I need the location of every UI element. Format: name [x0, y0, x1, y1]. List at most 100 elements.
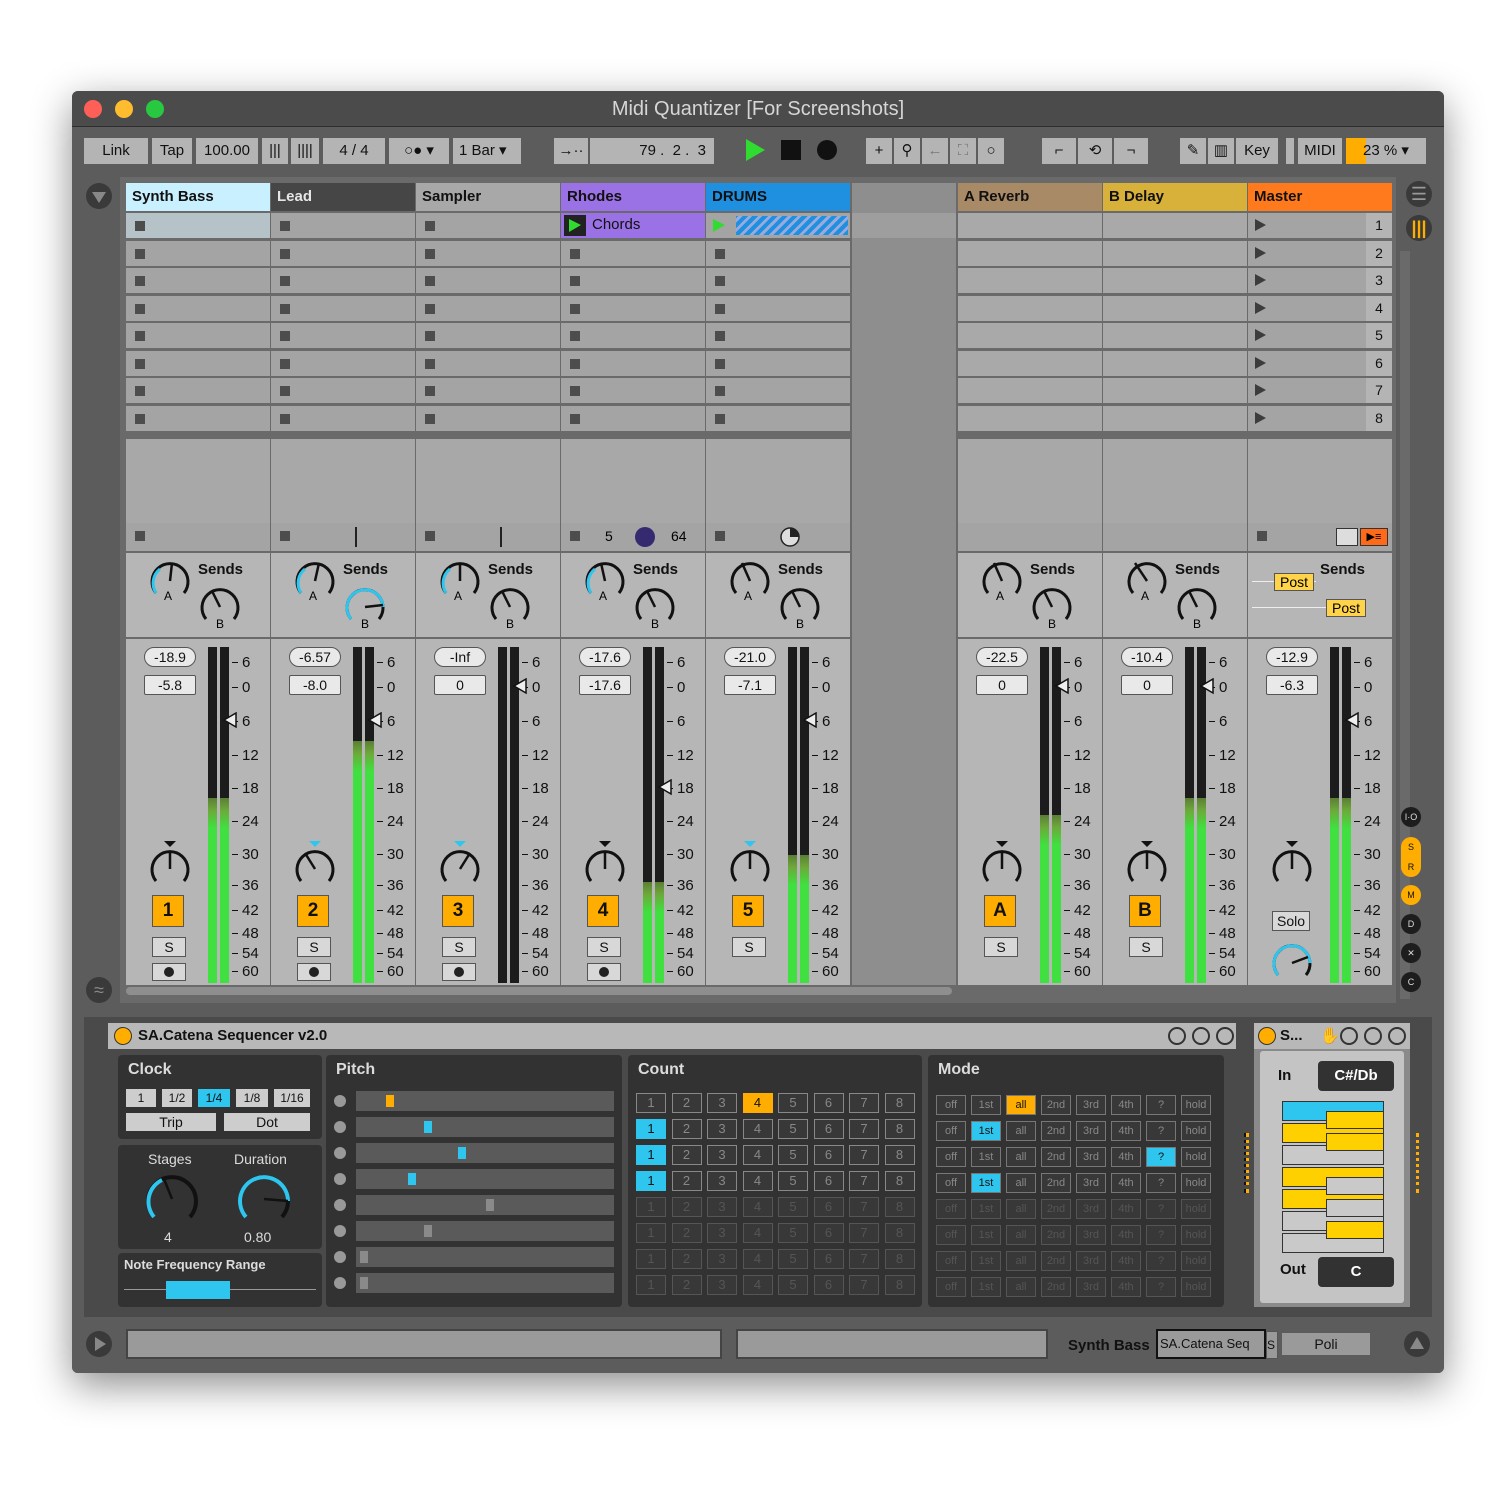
clip-slot[interactable] — [958, 323, 1102, 348]
volume-value[interactable]: -6.57 — [289, 647, 341, 667]
hand-icon[interactable]: ✋ — [1320, 1026, 1340, 1046]
mode-cell[interactable]: hold — [1181, 1277, 1211, 1297]
capture-button[interactable]: ⛶ — [950, 138, 976, 164]
scene-launch-icon[interactable] — [1254, 356, 1268, 370]
back-to-arrangement-button[interactable]: ← — [922, 138, 948, 164]
clip-slot[interactable] — [561, 405, 705, 431]
count-cell[interactable]: 3 — [707, 1171, 737, 1191]
mode-cell[interactable]: 2nd — [1041, 1095, 1071, 1115]
scale-keyboard[interactable] — [1282, 1101, 1388, 1255]
clip-stop-button[interactable] — [280, 331, 290, 341]
count-cell[interactable]: 4 — [742, 1093, 773, 1113]
mode-cell[interactable]: 3rd — [1076, 1147, 1106, 1167]
pan-value[interactable]: 0 — [434, 675, 486, 695]
track-activator-button[interactable]: 2 — [297, 895, 329, 927]
count-cell[interactable]: 3 — [707, 1197, 737, 1217]
count-cell[interactable]: 7 — [849, 1145, 879, 1165]
mode-cell[interactable]: off — [936, 1121, 966, 1141]
black-key[interactable] — [1326, 1221, 1384, 1239]
mode-cell[interactable]: all — [1006, 1277, 1036, 1297]
clip-stop-button[interactable] — [715, 386, 725, 396]
volume-fader-handle[interactable] — [1199, 678, 1215, 696]
count-cell[interactable]: 3 — [707, 1145, 737, 1165]
clip-slot[interactable] — [561, 295, 705, 321]
quantizer-left-handle[interactable] — [1246, 1133, 1250, 1193]
count-cell[interactable]: 8 — [884, 1275, 915, 1295]
clip-slot[interactable] — [958, 350, 1102, 376]
clip-slot[interactable] — [271, 213, 415, 238]
arrangement-toggle[interactable] — [86, 1331, 112, 1357]
pan-knob[interactable] — [148, 841, 192, 887]
cue-volume-knob[interactable] — [1270, 935, 1314, 981]
count-cell[interactable]: 7 — [849, 1223, 879, 1243]
clip-slot[interactable]: 6 — [1248, 350, 1392, 376]
clip-slot[interactable] — [126, 323, 270, 348]
duration-knob[interactable] — [234, 1171, 294, 1227]
clip-slot[interactable] — [416, 240, 560, 266]
clip-slot[interactable] — [958, 378, 1102, 403]
volume-fader-handle[interactable] — [802, 712, 818, 730]
count-cell[interactable]: 2 — [671, 1093, 702, 1113]
out-key-select[interactable]: C — [1318, 1257, 1394, 1287]
clip-stop-button[interactable] — [135, 303, 145, 314]
mode-cell[interactable]: 1st — [971, 1121, 1001, 1141]
clip-slot[interactable] — [561, 378, 705, 403]
quantizer-edit-button[interactable] — [1364, 1027, 1382, 1045]
pan-value[interactable]: -5.8 — [144, 675, 196, 695]
device-view-toggle[interactable] — [1404, 1331, 1430, 1357]
pan-value[interactable]: 0 — [976, 675, 1028, 695]
count-cell[interactable]: 5 — [778, 1249, 808, 1269]
clip-slot[interactable] — [271, 295, 415, 321]
quantizer-activator[interactable] — [1258, 1027, 1276, 1045]
count-cell[interactable]: 1 — [636, 1275, 666, 1295]
clip-stop-button[interactable] — [425, 358, 435, 369]
device-activator[interactable] — [114, 1027, 132, 1045]
track-title[interactable]: Rhodes — [561, 183, 705, 211]
clip-slot[interactable] — [706, 213, 850, 238]
clip-slot[interactable]: Chords — [561, 213, 705, 238]
count-cell[interactable]: 8 — [884, 1197, 915, 1217]
zoom-window-button[interactable] — [146, 100, 164, 118]
session-view-button[interactable]: ||| — [1406, 215, 1432, 241]
mode-cell[interactable]: 4th — [1111, 1277, 1141, 1297]
clip-slot[interactable]: 8 — [1248, 405, 1392, 431]
scene-launch-icon[interactable] — [1254, 411, 1268, 425]
count-cell[interactable]: 7 — [849, 1171, 879, 1191]
clip-stop-button[interactable] — [425, 386, 435, 396]
clip-stop-button[interactable] — [425, 413, 435, 424]
scene-launch-icon[interactable] — [1254, 246, 1268, 260]
mode-cell[interactable]: ? — [1146, 1147, 1176, 1167]
clip-stop-button[interactable] — [135, 248, 145, 259]
clip-stop-button[interactable] — [425, 303, 435, 314]
pitch-slider[interactable] — [356, 1195, 614, 1215]
mode-cell[interactable]: hold — [1181, 1173, 1211, 1193]
track-title[interactable]: Synth Bass — [126, 183, 270, 211]
clip-slot[interactable] — [271, 268, 415, 293]
time-signature-field[interactable]: 4 / 4 — [323, 138, 385, 164]
clip-slot[interactable] — [1103, 295, 1247, 321]
clip-slot[interactable] — [706, 295, 850, 321]
volume-value[interactable]: -18.9 — [144, 647, 196, 667]
volume-value[interactable]: -22.5 — [976, 647, 1028, 667]
clip-slot[interactable] — [416, 213, 560, 238]
count-cell[interactable]: 3 — [707, 1223, 737, 1243]
quantizer-hotswap-button[interactable] — [1340, 1027, 1358, 1045]
pitch-slider[interactable] — [356, 1091, 614, 1111]
clip-slot[interactable] — [958, 213, 1102, 238]
clip-stop-button[interactable] — [425, 248, 435, 259]
mode-cell[interactable]: off — [936, 1147, 966, 1167]
track-activator-button[interactable]: 3 — [442, 895, 474, 927]
track-title[interactable]: B Delay — [1103, 183, 1247, 211]
track-activator-button[interactable]: B — [1129, 895, 1161, 927]
automation-arm-button[interactable]: ⚲ — [894, 138, 920, 164]
device-save-button[interactable] — [1216, 1027, 1234, 1045]
clip-slot[interactable] — [561, 240, 705, 266]
recording-clip[interactable] — [736, 216, 848, 235]
track-activator-button[interactable]: A — [984, 895, 1016, 927]
mode-cell[interactable]: 3rd — [1076, 1199, 1106, 1219]
clip-slot[interactable] — [1103, 268, 1247, 293]
mode-cell[interactable]: hold — [1181, 1199, 1211, 1219]
volume-value[interactable]: -10.4 — [1121, 647, 1173, 667]
mode-cell[interactable]: 2nd — [1041, 1173, 1071, 1193]
sends-toggle[interactable]: S — [1401, 837, 1421, 857]
